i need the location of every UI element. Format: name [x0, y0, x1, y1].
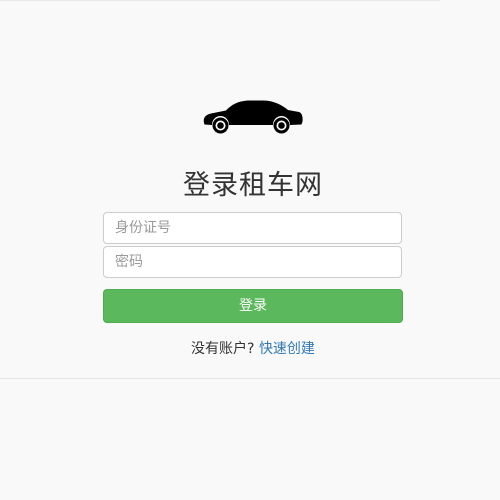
id-card-input[interactable] [103, 212, 402, 244]
top-divider [0, 0, 440, 1]
signup-prompt-text: 没有账户? [191, 341, 255, 357]
login-button[interactable]: 登录 [103, 289, 403, 323]
page-title: 登录租车网 [183, 170, 323, 201]
signup-prompt: 没有账户? 快速创建 [0, 339, 500, 359]
login-page: 登录租车网 登录 没有账户? 快速创建 [0, 0, 500, 500]
car-icon [203, 100, 303, 134]
password-input[interactable] [103, 246, 402, 278]
create-account-link[interactable]: 快速创建 [259, 341, 315, 357]
